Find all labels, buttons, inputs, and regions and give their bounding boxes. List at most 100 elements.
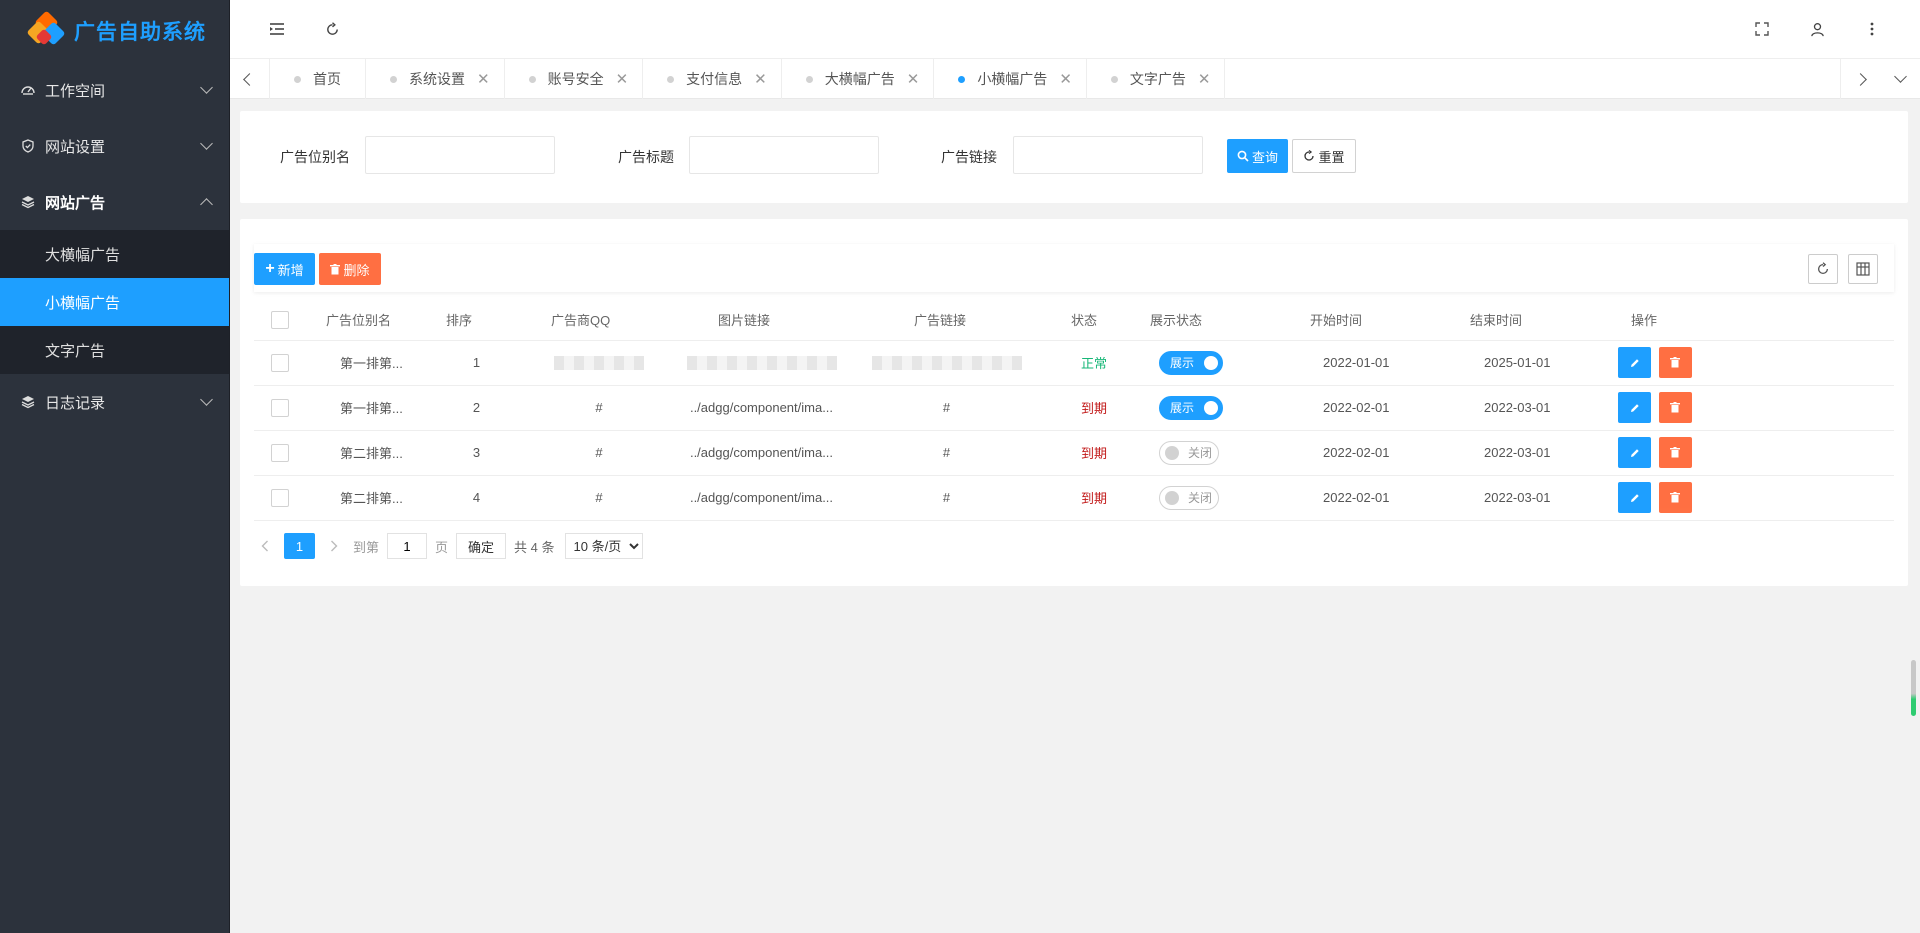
close-icon[interactable]: ✕ [1198, 70, 1211, 88]
field-label-title: 广告标题 [618, 149, 674, 165]
sidebar-item-workspace[interactable]: 工作空间 [0, 62, 229, 118]
current-page[interactable]: 1 [284, 533, 315, 559]
close-icon[interactable]: ✕ [907, 70, 920, 88]
column-header[interactable]: 排序 [429, 300, 524, 341]
sidebar-subitem-large-banner[interactable]: 大横幅广告 [0, 230, 229, 278]
image-link-cell[interactable]: ../adgg/component/ima... [674, 430, 849, 476]
tab-large-banner[interactable]: 大横幅广告 ✕ [782, 59, 935, 99]
column-header[interactable]: 广告位别名 [304, 300, 429, 341]
display-toggle[interactable]: 关闭 [1159, 440, 1219, 465]
column-header[interactable]: 状态 [1044, 300, 1144, 341]
alias-input[interactable] [365, 136, 555, 174]
row-checkbox[interactable] [271, 443, 289, 462]
tab-system-settings[interactable]: 系统设置 ✕ [366, 59, 505, 99]
display-toggle[interactable]: 展示 [1159, 395, 1223, 420]
delete-row-button[interactable] [1658, 482, 1692, 513]
blurred-qq [554, 356, 644, 371]
order-cell: 2 [429, 385, 524, 431]
tab-label: 小横幅广告 [977, 71, 1048, 87]
sidebar-item-logs[interactable]: 日志记录 [0, 374, 229, 430]
actions-cell [1604, 475, 1894, 521]
sidebar-item-label: 网站广告 [45, 194, 106, 212]
chevron-right-icon [1854, 72, 1867, 86]
tab-home[interactable]: 首页 [270, 59, 366, 99]
row-checkbox[interactable] [271, 488, 289, 507]
ad-link-cell[interactable]: # [849, 385, 1044, 431]
display-cell: 展示 [1144, 385, 1284, 431]
add-button[interactable]: + 新增 [254, 253, 315, 285]
column-filter-button[interactable] [1848, 254, 1878, 284]
column-header[interactable]: 开始时间 [1284, 300, 1444, 341]
edit-button[interactable] [1618, 482, 1651, 513]
column-header[interactable]: 图片链接 [674, 300, 849, 341]
delete-row-button[interactable] [1658, 392, 1692, 423]
goto-confirm-button[interactable]: 确定 [456, 533, 507, 559]
select-all-checkbox[interactable] [271, 310, 289, 329]
sidebar-item-site-settings[interactable]: 网站设置 [0, 118, 229, 174]
tab-scroll-left-button[interactable] [230, 59, 270, 99]
more-icon[interactable] [1857, 14, 1887, 44]
close-icon[interactable]: ✕ [754, 70, 767, 88]
close-icon[interactable]: ✕ [477, 70, 490, 88]
tab-dot-icon [667, 75, 675, 83]
tab-menu-button[interactable] [1880, 59, 1920, 99]
tab-payment-info[interactable]: 支付信息 ✕ [643, 59, 782, 99]
delete-row-button[interactable] [1658, 437, 1692, 468]
display-toggle[interactable]: 关闭 [1159, 485, 1219, 510]
qq-cell: # [524, 385, 674, 431]
logo[interactable]: 广告自助系统 [0, 0, 229, 62]
delete-row-button[interactable] [1658, 347, 1692, 378]
start-date-cell: 2022-02-01 [1284, 475, 1444, 521]
row-checkbox[interactable] [271, 353, 289, 372]
display-toggle[interactable]: 展示 [1159, 350, 1223, 375]
link-input[interactable] [1013, 136, 1203, 174]
ad-link-cell[interactable]: # [849, 475, 1044, 521]
image-link-cell[interactable]: ../adgg/component/ima... [674, 385, 849, 431]
column-header[interactable]: 结束时间 [1444, 300, 1604, 341]
user-icon[interactable] [1802, 14, 1832, 44]
tab-label: 账号安全 [547, 71, 604, 87]
select-all-cell [254, 300, 304, 341]
next-page-icon[interactable] [323, 533, 345, 559]
search-form: 广告位别名 广告标题 广告链接 查询 重置 [240, 111, 1908, 203]
page-unit-label: 页 [435, 539, 449, 555]
prev-page-icon[interactable] [254, 533, 276, 559]
tab-text-ads[interactable]: 文字广告 ✕ [1087, 59, 1226, 99]
image-link-cell[interactable]: ../adgg/component/ima... [674, 475, 849, 521]
chevron-down-icon [200, 81, 213, 94]
add-button-label: 新增 [277, 262, 304, 278]
close-icon[interactable]: ✕ [616, 70, 629, 88]
reset-button[interactable]: 重置 [1292, 139, 1356, 173]
refresh-icon [1817, 262, 1829, 275]
ad-link-cell[interactable]: # [849, 430, 1044, 476]
tab-scroll-right-button[interactable] [1840, 59, 1880, 99]
menu-toggle-icon[interactable] [262, 14, 292, 44]
sidebar-subitem-text-ads[interactable]: 文字广告 [0, 326, 229, 374]
page-scrollbar[interactable] [1911, 660, 1916, 716]
sidebar-item-site-ads[interactable]: 网站广告 [0, 174, 229, 230]
refresh-icon [1304, 150, 1315, 161]
edit-button[interactable] [1618, 392, 1651, 423]
title-input[interactable] [689, 136, 879, 174]
total-count: 共 4 条 [514, 539, 555, 555]
column-header[interactable]: 操作 [1604, 300, 1894, 341]
trash-icon [330, 263, 341, 274]
tab-small-banner[interactable]: 小横幅广告 ✕ [934, 59, 1087, 99]
search-icon [1237, 150, 1249, 162]
delete-button[interactable]: 删除 [319, 253, 381, 285]
query-button[interactable]: 查询 [1227, 139, 1288, 173]
tab-account-security[interactable]: 账号安全 ✕ [505, 59, 644, 99]
refresh-icon[interactable] [317, 14, 347, 44]
column-header[interactable]: 展示状态 [1144, 300, 1284, 341]
edit-button[interactable] [1618, 437, 1651, 468]
fullscreen-icon[interactable] [1747, 14, 1777, 44]
edit-button[interactable] [1618, 347, 1651, 378]
row-checkbox[interactable] [271, 398, 289, 417]
sidebar-subitem-small-banner[interactable]: 小横幅广告 [0, 278, 229, 326]
goto-page-input[interactable] [387, 533, 428, 559]
table-refresh-button[interactable] [1808, 254, 1838, 284]
close-icon[interactable]: ✕ [1059, 70, 1072, 88]
per-page-select[interactable]: 10 条/页 [564, 533, 643, 559]
column-header[interactable]: 广告链接 [849, 300, 1044, 341]
column-header[interactable]: 广告商QQ [524, 300, 674, 341]
